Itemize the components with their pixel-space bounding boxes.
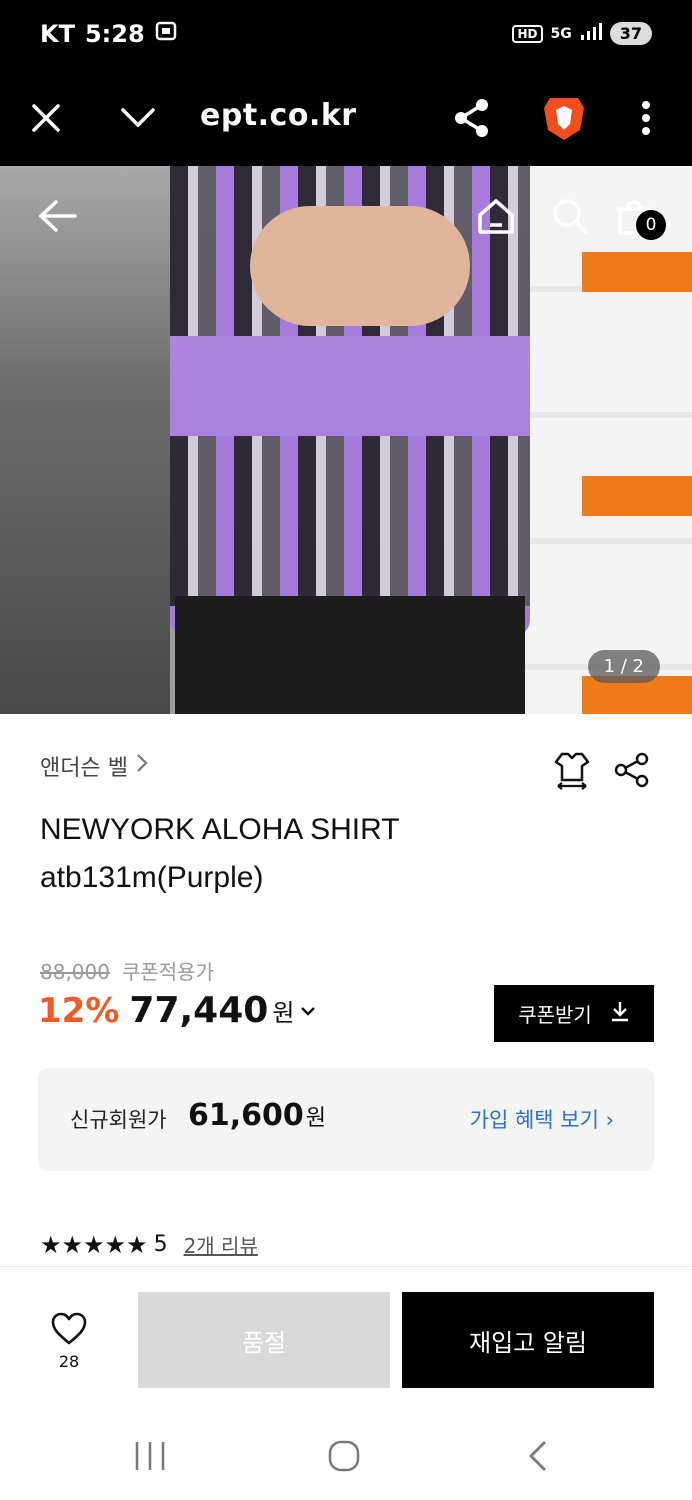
review-count-link[interactable]: 2개 리뷰 bbox=[184, 1230, 258, 1259]
street-background bbox=[0, 166, 170, 714]
back-arrow-icon[interactable] bbox=[36, 194, 80, 238]
clock: 5:28 bbox=[84, 20, 145, 48]
home-icon[interactable] bbox=[474, 194, 518, 238]
boxes-background bbox=[522, 166, 692, 714]
share-product-icon[interactable] bbox=[610, 748, 654, 792]
download-icon bbox=[610, 1000, 630, 1027]
original-price: 88,000 bbox=[40, 960, 110, 984]
member-price: 61,600원 bbox=[188, 1098, 327, 1133]
back-button-icon[interactable] bbox=[516, 1436, 560, 1476]
sale-price: 77,440 bbox=[129, 990, 269, 1031]
signup-benefit-link[interactable]: 가입 혜택 보기 › bbox=[470, 1104, 614, 1134]
coupon-button-label: 쿠폰받기 bbox=[518, 1003, 592, 1027]
title-line-1: NEWYORK ALOHA SHIRT bbox=[40, 813, 400, 846]
member-price-box: 신규회원가 61,600원 가입 혜택 보기 › bbox=[38, 1068, 654, 1171]
title-line-2: atb131m(Purple) bbox=[40, 861, 264, 894]
black-pants bbox=[175, 596, 525, 714]
rating-row: ★★★★★ 5 2개 리뷰 bbox=[40, 1230, 258, 1259]
brand-name: 앤더슨 벨 bbox=[40, 756, 128, 781]
hands bbox=[250, 206, 470, 326]
chevron-down-icon[interactable] bbox=[110, 90, 166, 146]
more-options-icon[interactable] bbox=[618, 90, 674, 146]
carrier: KT bbox=[40, 20, 75, 48]
chevron-right-icon bbox=[136, 753, 148, 779]
system-nav-bar bbox=[0, 1414, 692, 1500]
discount-rate: 12% bbox=[38, 990, 120, 1031]
image-pager: 1 / 2 bbox=[587, 650, 660, 683]
like-count: 28 bbox=[58, 1352, 80, 1371]
size-guide-icon[interactable] bbox=[550, 748, 594, 792]
search-icon[interactable] bbox=[548, 194, 592, 238]
hd-icon: HD bbox=[512, 24, 543, 43]
recent-apps-icon[interactable] bbox=[128, 1436, 172, 1476]
chevron-down-icon[interactable] bbox=[300, 1000, 316, 1021]
currency-label: 원 bbox=[272, 999, 295, 1027]
home-button-icon[interactable] bbox=[322, 1436, 366, 1476]
coupon-price-label: 쿠폰적용가 bbox=[121, 960, 214, 984]
restock-alert-button[interactable]: 재입고 알림 bbox=[402, 1292, 654, 1388]
screenshot-icon bbox=[155, 20, 177, 48]
signal-icon bbox=[580, 22, 602, 45]
rating-score: 5 bbox=[153, 1232, 168, 1257]
coupon-download-button[interactable]: 쿠폰받기 bbox=[494, 985, 654, 1042]
price-row[interactable]: 12% 77,440 원 bbox=[38, 990, 316, 1031]
browser-toolbar: ept.co.kr bbox=[0, 72, 692, 166]
network-label: 5G bbox=[550, 25, 572, 42]
heart-icon bbox=[50, 1312, 88, 1350]
product-image[interactable]: 0 1 / 2 bbox=[0, 166, 692, 714]
product-title: NEWYORK ALOHA SHIRT atb131m(Purple) bbox=[40, 806, 640, 902]
member-price-label: 신규회원가 bbox=[70, 1108, 167, 1132]
like-button[interactable]: 28 bbox=[40, 1312, 98, 1376]
share-icon[interactable] bbox=[444, 90, 500, 146]
brave-lion-icon[interactable] bbox=[536, 90, 592, 146]
status-bar: KT 5:28 HD 5G 37 bbox=[0, 0, 692, 72]
close-icon[interactable] bbox=[18, 90, 74, 146]
soldout-button[interactable]: 품절 bbox=[138, 1292, 390, 1388]
brand-link[interactable]: 앤더슨 벨 bbox=[40, 750, 148, 782]
url-bar[interactable]: ept.co.kr bbox=[200, 98, 357, 133]
cart-count-badge: 0 bbox=[636, 210, 666, 240]
original-price-row: 88,000 쿠폰적용가 bbox=[40, 956, 214, 985]
battery-icon: 37 bbox=[609, 22, 652, 45]
star-rating-icon: ★★★★★ bbox=[40, 1230, 148, 1259]
